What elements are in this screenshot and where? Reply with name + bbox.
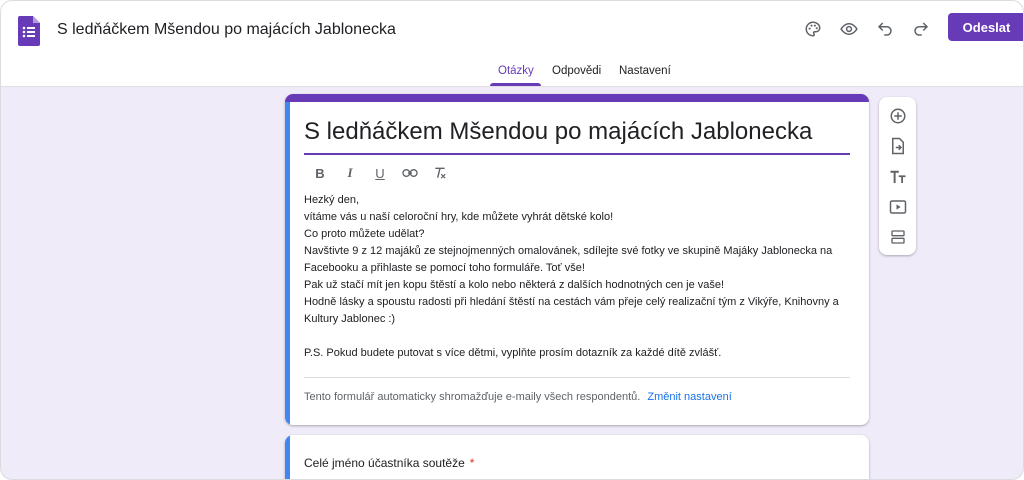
question-title-text: Celé jméno účastníka soutěže	[304, 456, 465, 470]
card-accent-strip	[285, 94, 869, 102]
required-mark: *	[469, 456, 475, 470]
active-card-indicator	[285, 435, 290, 479]
title-input-underline	[304, 153, 850, 155]
description-line: vítáme vás u naší celoroční hry, kde můž…	[304, 211, 614, 223]
tab-bar: Otázky Odpovědi Nastavení	[1, 57, 1023, 87]
question-title[interactable]: Celé jméno účastníka soutěže *	[304, 456, 474, 470]
email-collection-note: Tento formulář automaticky shromažďuje e…	[304, 391, 732, 403]
add-section-icon[interactable]	[885, 224, 910, 249]
bold-icon[interactable]: B	[305, 162, 335, 184]
add-question-icon[interactable]	[885, 103, 910, 128]
email-note-text: Tento formulář automaticky shromažďuje e…	[304, 391, 641, 403]
import-questions-icon[interactable]	[885, 133, 910, 158]
eye-icon[interactable]	[837, 17, 861, 41]
description-line: P.S. Pokud budete putovat s více dětmi, …	[304, 347, 722, 359]
side-toolbar	[879, 97, 916, 255]
tab-questions[interactable]: Otázky	[498, 65, 534, 77]
add-title-icon[interactable]	[885, 164, 910, 189]
form-header-card[interactable]: S ledňáčkem Mšendou po majácích Jablonec…	[285, 94, 869, 425]
card-divider	[304, 377, 850, 378]
tab-responses[interactable]: Odpovědi	[552, 65, 601, 77]
tab-settings[interactable]: Nastavení	[619, 65, 671, 77]
form-description[interactable]: Hezký den, vítáme vás u naší celoroční h…	[304, 192, 854, 362]
description-line: Hezký den,	[304, 194, 360, 206]
description-line: Co proto můžete udělat?	[304, 228, 425, 240]
form-title-input[interactable]: S ledňáčkem Mšendou po majácích Jablonec…	[304, 118, 812, 146]
description-line: Facebooku a přihlaste se pomocí toho for…	[304, 262, 585, 274]
link-icon[interactable]	[395, 162, 425, 184]
formatting-toolbar: B I U	[305, 162, 455, 184]
change-settings-link[interactable]: Změnit nastavení	[647, 391, 731, 403]
italic-icon[interactable]: I	[335, 162, 365, 184]
active-tab-indicator	[490, 83, 541, 86]
question-card[interactable]: Celé jméno účastníka soutěže *	[285, 435, 869, 479]
underline-icon[interactable]: U	[365, 162, 395, 184]
send-button[interactable]: Odeslat	[948, 13, 1023, 41]
google-forms-icon[interactable]	[18, 16, 40, 46]
description-line: Kultury Jablonec :)	[304, 313, 396, 325]
top-bar: S ledňáčkem Mšendou po majácích Jablonec…	[1, 1, 1023, 57]
description-line	[304, 328, 854, 345]
palette-icon[interactable]	[801, 17, 825, 41]
description-line: Pak už stačí mít jen kopu štěstí a kolo …	[304, 279, 725, 291]
add-video-icon[interactable]	[885, 194, 910, 219]
document-title[interactable]: S ledňáčkem Mšendou po majácích Jablonec…	[57, 21, 396, 39]
undo-icon[interactable]	[873, 17, 897, 41]
forms-editor-window: S ledňáčkem Mšendou po majácích Jablonec…	[0, 0, 1024, 480]
redo-icon[interactable]	[909, 17, 933, 41]
description-line: Navštivte 9 z 12 majáků ze stejnojmennýc…	[304, 245, 833, 257]
active-card-indicator	[285, 102, 290, 425]
clear-format-icon[interactable]	[425, 162, 455, 184]
description-line: Hodně lásky a spoustu radosti při hledán…	[304, 296, 839, 308]
